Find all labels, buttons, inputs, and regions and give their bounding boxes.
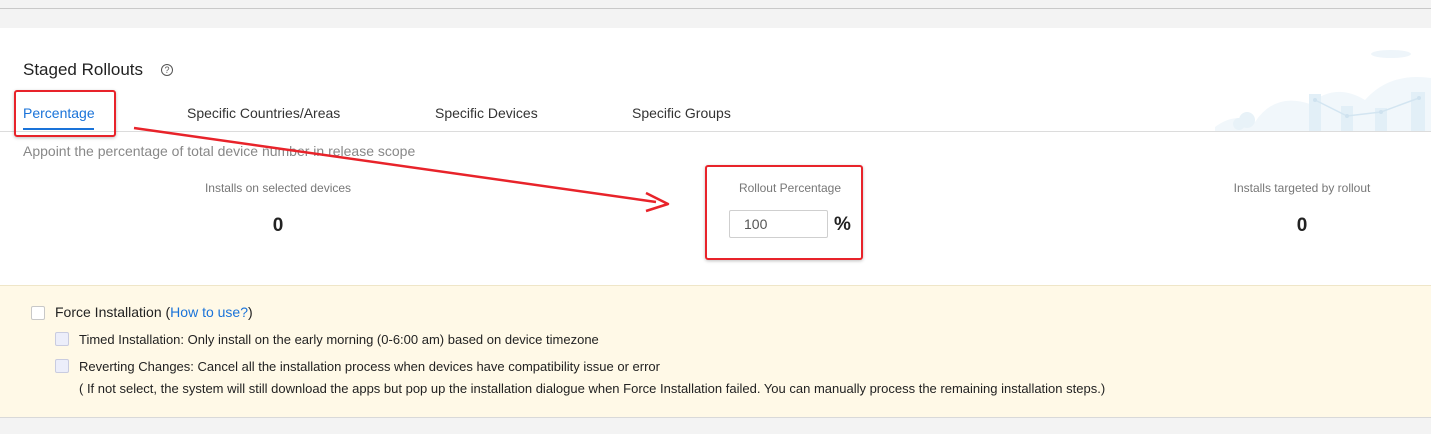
tab-description: Appoint the percentage of total device n… <box>23 143 416 159</box>
force-installation-checkbox[interactable] <box>31 306 45 320</box>
top-panel-edge <box>0 0 1431 9</box>
installs-selected-label: Installs on selected devices <box>204 181 352 195</box>
installs-selected-value: 0 <box>272 215 284 236</box>
force-installation-label: Force Installation (How to use?) <box>55 304 253 320</box>
rollout-percentage-highlight-box <box>705 165 863 260</box>
force-installation-note: ( If not select, the system will still d… <box>79 381 1106 396</box>
reverting-changes-checkbox[interactable] <box>55 359 69 373</box>
rollout-tabs: Percentage Specific Countries/Areas Spec… <box>0 94 1431 132</box>
installs-targeted-label: Installs targeted by rollout <box>1233 181 1371 195</box>
timed-installation-checkbox[interactable] <box>55 332 69 346</box>
question-circle-icon[interactable]: ? <box>161 64 173 76</box>
force-installation-panel: Force Installation (How to use?) Timed I… <box>0 285 1431 417</box>
timed-installation-label: Timed Installation: Only install on the … <box>79 332 599 347</box>
installs-targeted-value: 0 <box>1296 215 1308 236</box>
tab-specific-devices[interactable]: Specific Devices <box>435 105 538 121</box>
tab-specific-groups[interactable]: Specific Groups <box>632 105 731 121</box>
percentage-tab-highlight-box <box>14 90 116 137</box>
bottom-panel-edge <box>0 418 1431 434</box>
section-title: Staged Rollouts <box>23 60 144 79</box>
tab-specific-countries[interactable]: Specific Countries/Areas <box>187 105 340 121</box>
reverting-changes-label: Reverting Changes: Cancel all the instal… <box>79 359 660 374</box>
how-to-use-link[interactable]: How to use? <box>170 304 248 320</box>
